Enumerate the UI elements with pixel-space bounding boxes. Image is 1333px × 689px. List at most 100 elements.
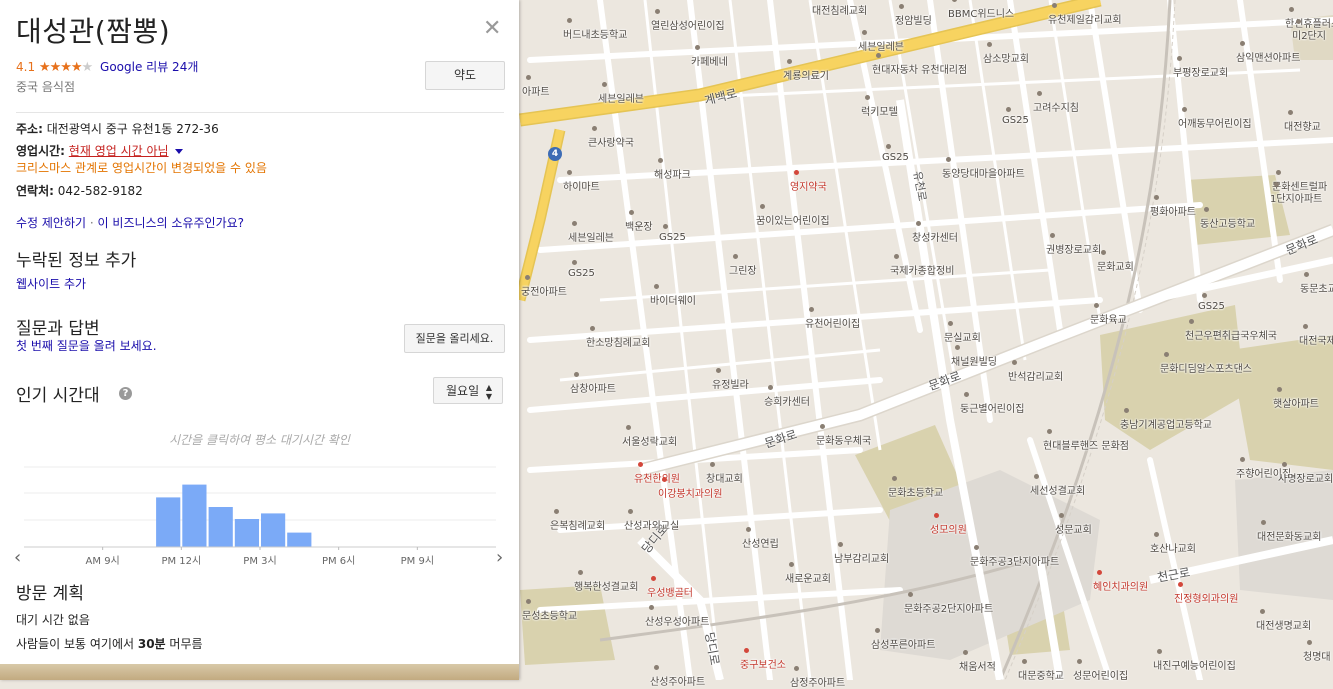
map-poi-label[interactable]: 반석감리교회 — [1008, 368, 1063, 383]
map-poi-label[interactable]: 천근우편취급국우체국 — [1185, 327, 1277, 342]
poi-marker-icon[interactable] — [1050, 233, 1055, 238]
map-poi-label[interactable]: 카페베네 — [691, 53, 728, 68]
poi-marker-icon[interactable] — [1282, 462, 1287, 467]
map-poi-label[interactable]: 하이마트 — [563, 178, 600, 193]
poi-marker-icon[interactable] — [1307, 640, 1312, 645]
map-poi-label[interactable]: 문화디딤알스포츠댄스 — [1160, 360, 1252, 375]
poi-marker-icon[interactable] — [590, 326, 595, 331]
map-poi-label[interactable]: 채움서적 — [959, 658, 996, 673]
poi-marker-icon[interactable] — [1154, 195, 1159, 200]
directions-button[interactable]: 약도 — [425, 61, 505, 90]
map-poi-label[interactable]: 내진구예능어린이집 — [1153, 657, 1236, 672]
map-poi-label[interactable]: 대전문화동교회 — [1257, 528, 1321, 543]
poi-marker-icon[interactable] — [1034, 474, 1039, 479]
poi-marker-icon[interactable] — [1303, 324, 1308, 329]
map-poi-label[interactable]: 이강봉치과의원 — [658, 485, 722, 500]
poi-marker-icon[interactable] — [1047, 429, 1052, 434]
poi-marker-icon[interactable] — [1154, 532, 1159, 537]
poi-marker-icon[interactable] — [1037, 91, 1042, 96]
map-poi-label[interactable]: 유천제일감리교회 — [1048, 11, 1122, 26]
map-poi-label[interactable]: 문화육교 — [1090, 311, 1127, 326]
poi-marker-icon[interactable] — [592, 126, 597, 131]
popular-times-chart[interactable] — [0, 455, 519, 550]
map-poi-label[interactable]: 그린장 — [729, 262, 757, 277]
map-poi-label[interactable]: 정암빌딩 — [895, 12, 932, 27]
map-poi-label[interactable]: 평화아파트 — [1150, 203, 1196, 218]
map-poi-label[interactable]: 산성연립 — [742, 535, 779, 550]
poi-marker-icon[interactable] — [567, 170, 572, 175]
chevron-left-icon[interactable]: ‹ — [14, 548, 21, 568]
map-poi-label[interactable]: 동산고등학교 — [1200, 215, 1255, 230]
map-poi-label[interactable]: 채널원빌딩 — [951, 353, 997, 368]
poi-marker-icon[interactable] — [628, 509, 633, 514]
map-poi-label[interactable]: 유천어린이집 — [805, 315, 860, 330]
poi-marker-icon[interactable] — [987, 42, 992, 47]
map-poi-label[interactable]: 남부감리교회 — [834, 550, 889, 565]
close-icon[interactable]: ✕ — [483, 18, 501, 40]
poi-marker-icon[interactable] — [768, 385, 773, 390]
poi-marker-icon[interactable] — [654, 665, 659, 670]
map-poi-label[interactable]: 세븐일레븐 — [598, 90, 644, 105]
poi-marker-icon[interactable] — [1204, 207, 1209, 212]
map-poi-label[interactable]: 세븐일레븐 — [858, 38, 904, 53]
poi-marker-icon[interactable] — [1077, 659, 1082, 664]
map-poi-label[interactable]: 사명장로교회 — [1278, 470, 1333, 485]
map-poi-label[interactable]: 고려수지침 — [1033, 99, 1079, 114]
poi-marker-icon[interactable] — [916, 221, 921, 226]
poi-marker-icon[interactable] — [662, 477, 667, 482]
map-poi-label[interactable]: BBMC위드니스 — [948, 5, 1014, 20]
map-poi-label[interactable]: 부평장로교회 — [1173, 64, 1228, 79]
map-poi-label[interactable]: 대전생명교회 — [1256, 617, 1311, 632]
ask-question-button[interactable]: 질문을 올리세요. — [404, 324, 505, 353]
map-poi-label[interactable]: 은복침례교회 — [550, 517, 605, 532]
poi-marker-icon[interactable] — [1012, 360, 1017, 365]
map-poi-label[interactable]: 버드내초등학교 — [563, 26, 627, 41]
poi-marker-icon[interactable] — [1124, 408, 1129, 413]
claim-business-link[interactable]: 이 비즈니스의 소유주인가요? — [98, 216, 244, 230]
map-poi-label[interactable]: 대전국제 — [1299, 332, 1333, 347]
help-icon[interactable]: ? — [119, 387, 132, 400]
map-poi-label[interactable]: 현대블루핸즈 문화점 — [1043, 437, 1129, 452]
add-website-link[interactable]: 웹사이트 추가 — [16, 275, 86, 292]
map-poi-label[interactable]: 문화교회 — [1097, 258, 1134, 273]
map-poi-label[interactable]: 우성뱅골터 — [647, 584, 693, 599]
poi-marker-icon[interactable] — [572, 260, 577, 265]
poi-marker-icon[interactable] — [1276, 170, 1281, 175]
chevron-right-icon[interactable]: › — [496, 548, 503, 568]
map-poi-label[interactable]: 유정빌라 — [712, 376, 749, 391]
map-poi-label[interactable]: 꿈이있는어린이집 — [756, 212, 830, 227]
map-poi-label[interactable]: 창대교회 — [706, 470, 743, 485]
map-poi-label[interactable]: 삼소망교회 — [983, 50, 1029, 65]
poi-marker-icon[interactable] — [710, 462, 715, 467]
poi-marker-icon[interactable] — [908, 592, 913, 597]
map-poi-label[interactable]: 문화동우체국 — [816, 432, 871, 447]
reviews-link[interactable]: Google 리뷰 24개 — [100, 60, 198, 74]
map-poi-label[interactable]: 큰사랑약국 — [588, 134, 634, 149]
map-poi-label[interactable]: 새로운교회 — [785, 570, 831, 585]
poi-marker-icon[interactable] — [626, 425, 631, 430]
poi-marker-icon[interactable] — [899, 4, 904, 9]
map-poi-label[interactable]: 산성우성아파트 — [645, 613, 709, 628]
poi-marker-icon[interactable] — [1157, 649, 1162, 654]
poi-marker-icon[interactable] — [1182, 107, 1187, 112]
poi-marker-icon[interactable] — [946, 157, 951, 162]
map-poi-label[interactable]: 유천한의원 — [634, 470, 680, 485]
poi-marker-icon[interactable] — [1052, 3, 1057, 8]
poi-marker-icon[interactable] — [1178, 582, 1183, 587]
poi-marker-icon[interactable] — [963, 650, 968, 655]
map-poi-label[interactable]: 서울성락교회 — [622, 433, 677, 448]
poi-marker-icon[interactable] — [1261, 520, 1266, 525]
map-poi-label[interactable]: 충남기계공업고등학교 — [1120, 416, 1212, 431]
map-poi-label[interactable]: 동문초교 — [1300, 280, 1333, 295]
map-poi-label[interactable]: GS25 — [1002, 115, 1029, 126]
map-poi-label[interactable]: GS25 — [568, 268, 595, 279]
poi-marker-icon[interactable] — [865, 95, 870, 100]
map-poi-label[interactable]: 햇살아파트 — [1273, 395, 1319, 410]
poi-marker-icon[interactable] — [875, 628, 880, 633]
map-poi-label[interactable]: GS25 — [882, 152, 909, 163]
poi-marker-icon[interactable] — [1006, 107, 1011, 112]
map-poi-label[interactable]: 성모의원 — [930, 521, 967, 536]
poi-marker-icon[interactable] — [1202, 293, 1207, 298]
map-poi-label[interactable]: 승희카센터 — [764, 393, 810, 408]
poi-marker-icon[interactable] — [574, 372, 579, 377]
